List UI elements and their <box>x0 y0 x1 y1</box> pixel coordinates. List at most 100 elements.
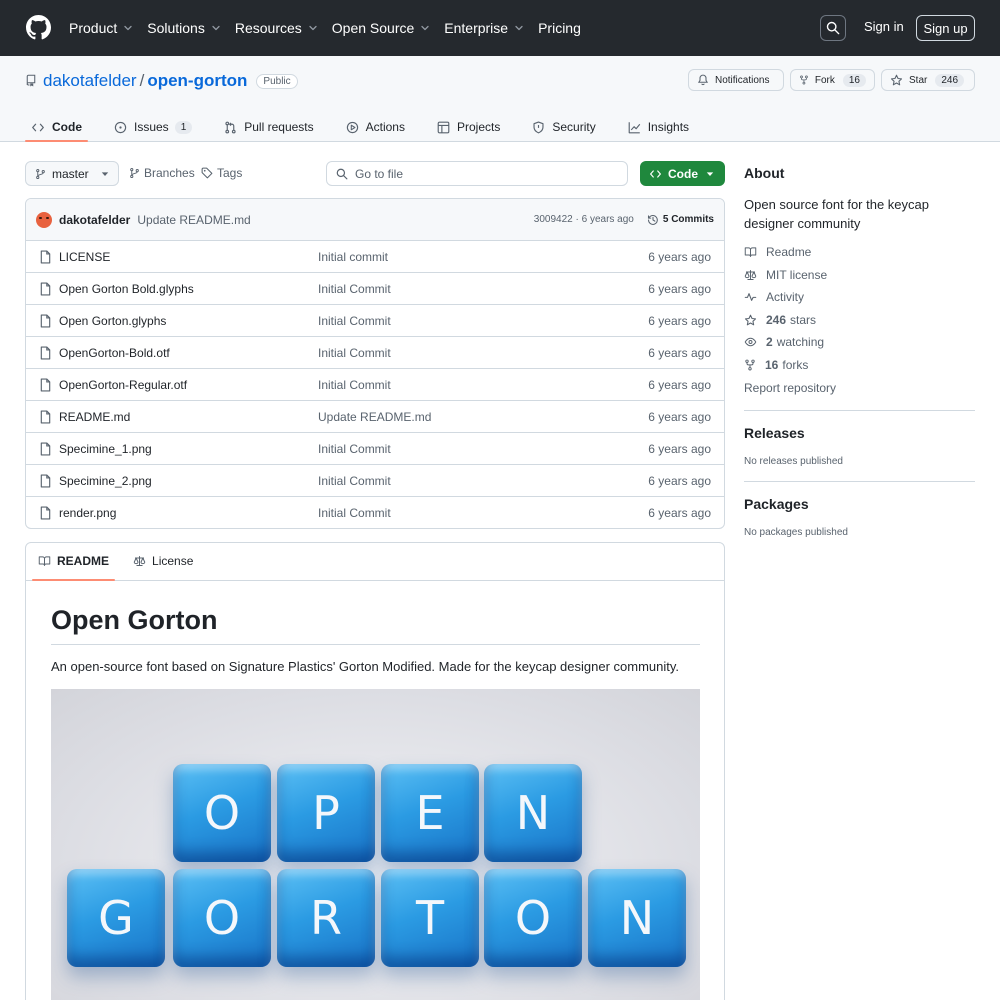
tab-actions[interactable]: Actions <box>340 112 411 142</box>
sidebar-item-stars[interactable]: 246 stars <box>744 313 816 327</box>
file-name-link[interactable]: Specimine_1.png <box>59 442 152 456</box>
commit-meta: 3009422 · 6 years ago 5 Commits <box>534 214 714 226</box>
keycap-letter: P <box>312 786 340 840</box>
repo-owner-link[interactable]: dakotafelder <box>43 71 137 91</box>
sidebar-item-count: 246 <box>766 313 787 327</box>
commit-hash[interactable]: 3009422 <box>534 214 573 225</box>
notifications-button[interactable]: Notifications <box>688 69 784 91</box>
file-name-link[interactable]: LICENSE <box>59 250 110 264</box>
sidebar-item-label: Activity <box>766 290 805 304</box>
code-dropdown-button[interactable]: Code <box>640 161 725 186</box>
tags-link[interactable]: Tags <box>201 166 242 180</box>
tab-issues[interactable]: Issues 1 <box>108 112 198 142</box>
star-label: Star <box>909 74 928 86</box>
repo-title: dakotafelder / open-gorton Public <box>43 71 298 91</box>
file-commit-link[interactable]: Initial Commit <box>318 346 391 360</box>
commit-age: 6 years ago <box>581 214 634 225</box>
file-commit-link[interactable]: Initial Commit <box>318 314 391 328</box>
keycap: O <box>173 764 271 862</box>
table-row: OpenGorton-Regular.otf Initial Commit 6 ye… <box>26 369 724 401</box>
play-icon <box>346 121 366 134</box>
nav-item-open-source[interactable]: Open Source <box>332 20 431 36</box>
file-list: LICENSE Initial commit 6 years ago Open Gor… <box>26 241 724 528</box>
branches-link[interactable]: Branches <box>129 166 195 180</box>
pulse-icon <box>744 291 766 303</box>
file-icon <box>40 250 51 264</box>
file-icon <box>40 378 51 392</box>
report-repository-link[interactable]: Report repository <box>744 381 836 395</box>
keycap-letter: N <box>619 891 655 945</box>
readme-panel: README License Open Gorton An open-sourc… <box>25 542 725 1000</box>
commits-link[interactable]: 5 Commits <box>647 214 714 226</box>
search-button[interactable] <box>820 15 846 41</box>
file-commit-link[interactable]: Initial Commit <box>318 442 391 456</box>
repo-name-link[interactable]: open-gorton <box>147 71 247 91</box>
file-name-link[interactable]: render.png <box>59 506 116 520</box>
table-row: render.png Initial Commit 6 years ago <box>26 497 724 528</box>
sign-up-button[interactable]: Sign up <box>916 15 975 41</box>
readme-paragraph: An open-source font based on Signature P… <box>51 659 680 674</box>
commit-message[interactable]: Update README.md <box>137 213 250 227</box>
packages-heading[interactable]: Packages <box>744 496 809 512</box>
file-commit-link[interactable]: Initial Commit <box>318 378 391 392</box>
fork-icon <box>744 359 765 371</box>
chevron-down-icon <box>117 23 133 33</box>
sidebar-item-activity[interactable]: Activity <box>744 290 804 304</box>
sign-in-link[interactable]: Sign in <box>864 19 904 34</box>
tab-insights[interactable]: Insights <box>622 112 695 142</box>
nav-item-product[interactable]: Product <box>69 20 133 36</box>
fork-button[interactable]: Fork 16 <box>790 69 875 91</box>
tab-pull-requests[interactable]: Pull requests <box>218 112 319 142</box>
nav-item-resources[interactable]: Resources <box>235 20 318 36</box>
star-button[interactable]: Star 246 <box>881 69 975 91</box>
keycap: O <box>484 869 582 967</box>
sidebar-item-label: forks <box>782 358 809 372</box>
tab-label: Projects <box>456 120 501 134</box>
file-age: 6 years ago <box>648 249 711 264</box>
branch-select-button[interactable]: master <box>25 161 119 186</box>
table-row: Specimine_1.png Initial Commit 6 years ago <box>26 433 724 465</box>
graph-icon <box>628 121 648 134</box>
go-to-file-input[interactable]: Go to file <box>326 161 628 186</box>
file-commit-link[interactable]: Update README.md <box>318 410 431 424</box>
chevron-down-icon <box>302 23 318 33</box>
nav-item-enterprise[interactable]: Enterprise <box>444 20 524 36</box>
file-name-link[interactable]: README.md <box>59 410 130 424</box>
file-icon <box>40 282 51 296</box>
file-commit-link[interactable]: Initial Commit <box>318 506 391 520</box>
sidebar-item-mit-license[interactable]: MIT license <box>744 268 827 282</box>
file-name-link[interactable]: OpenGorton-Bold.otf <box>59 346 170 360</box>
nav-item-solutions[interactable]: Solutions <box>147 20 221 36</box>
table-row: Specimine_2.png Initial Commit 6 years ago <box>26 465 724 497</box>
code-icon <box>31 121 52 134</box>
nav-item-label: Open Source <box>331 20 415 36</box>
file-name-link[interactable]: Specimine_2.png <box>59 474 152 488</box>
file-name-link[interactable]: OpenGorton-Regular.otf <box>59 378 187 392</box>
tag-icon <box>201 167 213 179</box>
file-name-link[interactable]: Open Gorton Bold.glyphs <box>59 282 194 296</box>
file-commit-link[interactable]: Initial Commit <box>318 282 391 296</box>
tab-projects[interactable]: Projects <box>431 112 506 142</box>
tab-label: Code <box>52 120 82 134</box>
tab-license[interactable]: License <box>127 543 199 580</box>
sidebar-item-forks[interactable]: 16 forks <box>744 358 808 372</box>
repo-icon <box>25 74 37 87</box>
releases-heading[interactable]: Releases <box>744 425 805 441</box>
tab-code[interactable]: Code <box>25 112 88 142</box>
file-commit-link[interactable]: Initial Commit <box>318 474 391 488</box>
keycap: N <box>588 869 686 967</box>
tab-readme[interactable]: README <box>32 543 116 581</box>
file-icon <box>40 506 51 520</box>
file-name-link[interactable]: Open Gorton.glyphs <box>59 314 166 328</box>
file-age: 6 years ago <box>648 345 711 360</box>
file-commit-link[interactable]: Initial commit <box>318 250 388 264</box>
commit-author[interactable]: dakotafelder <box>59 213 130 227</box>
sidebar-item-readme[interactable]: Readme <box>744 245 811 259</box>
search-icon <box>826 21 840 35</box>
tab-security[interactable]: Security <box>526 112 601 142</box>
avatar[interactable] <box>36 211 52 228</box>
sidebar-item-watching[interactable]: 2 watching <box>744 335 824 349</box>
github-logo-icon[interactable] <box>26 15 51 40</box>
nav-item-pricing[interactable]: Pricing <box>538 20 581 36</box>
caret-down-icon <box>101 171 109 176</box>
